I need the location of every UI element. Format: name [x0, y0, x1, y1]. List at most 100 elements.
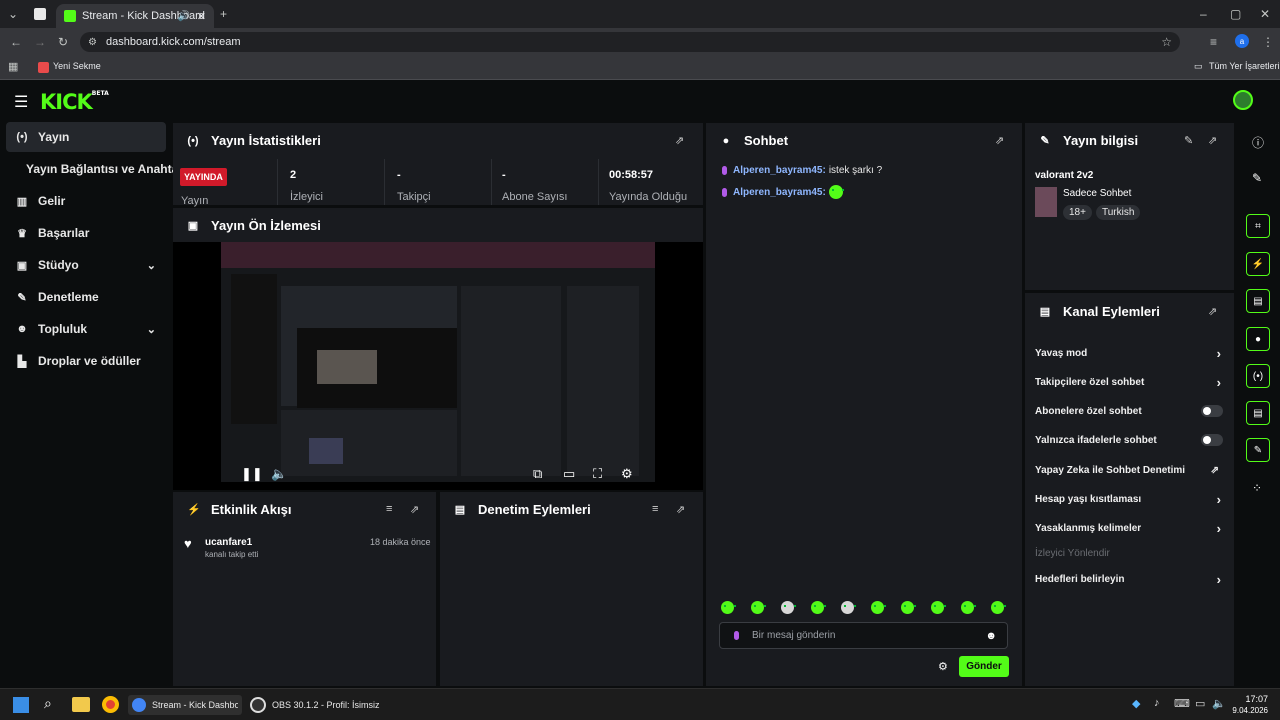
- sidebar-item-topluluk[interactable]: ☻ Topluluk ⌄: [6, 314, 166, 344]
- pinned-tab-icon[interactable]: [34, 8, 46, 20]
- pause-icon[interactable]: ❚❚: [241, 466, 263, 482]
- sidebar-item-yayin[interactable]: (•) Yayın: [6, 122, 166, 152]
- rail-chat-icon[interactable]: ●: [1246, 327, 1270, 351]
- chat-settings-icon[interactable]: ⚙: [938, 660, 948, 673]
- emote-icon[interactable]: [841, 601, 856, 614]
- sidebar-item-studyo[interactable]: ▣ Stüdyo ⌄: [6, 250, 166, 280]
- forward-icon[interactable]: →: [34, 35, 46, 49]
- send-button[interactable]: Gönder: [959, 656, 1009, 677]
- info-icon[interactable]: ⓘ: [1252, 134, 1264, 151]
- chat-message-input[interactable]: Bir mesaj gönderin ☻: [719, 622, 1008, 649]
- url-field[interactable]: ⚙ dashboard.kick.com/stream ☆: [80, 32, 1180, 52]
- microphone-tray-icon[interactable]: ♪: [1154, 697, 1160, 709]
- settings-gear-icon[interactable]: ⚙: [621, 466, 633, 482]
- filter-icon[interactable]: ≡: [652, 503, 658, 515]
- sidebar-item-denetleme[interactable]: ✎ Denetleme: [6, 282, 166, 312]
- category-name[interactable]: Sadece Sohbet: [1063, 188, 1131, 199]
- clock-date[interactable]: 9.04.2026: [1224, 706, 1268, 715]
- media-control-icon[interactable]: ≡: [1210, 35, 1217, 49]
- action-slow-mode[interactable]: Yavaş mod ›: [1035, 343, 1225, 363]
- maximize-icon[interactable]: ▢: [1230, 7, 1241, 21]
- action-account-age[interactable]: Hesap yaşı kısıtlaması ›: [1035, 489, 1225, 509]
- user-avatar[interactable]: [1233, 90, 1253, 110]
- filter-icon[interactable]: ≡: [386, 503, 392, 515]
- search-icon[interactable]: ⌕: [44, 695, 52, 712]
- emote-icon[interactable]: [871, 601, 886, 614]
- action-set-goals[interactable]: Hedefleri belirleyin ›: [1035, 569, 1225, 589]
- emote-icon[interactable]: [991, 601, 1006, 614]
- fullscreen-icon[interactable]: ⛶: [593, 466, 602, 482]
- close-window-icon[interactable]: ✕: [1260, 7, 1270, 21]
- new-tab-icon[interactable]: +: [220, 7, 227, 21]
- tab-search-icon[interactable]: ⌄: [8, 7, 18, 21]
- taskbar-obs-window[interactable]: OBS 30.1.2 - Profil: İsimsiz: [250, 695, 380, 715]
- apps-grid-icon[interactable]: ▦: [8, 60, 18, 74]
- tab-kick-dashboard[interactable]: Stream - Kick Dashboard 🔊 ✕: [56, 4, 214, 28]
- hamburger-menu-icon[interactable]: ☰: [14, 92, 28, 112]
- network-tray-icon[interactable]: ◆: [1132, 697, 1140, 710]
- chat-username[interactable]: Alperen_bayram45:: [733, 187, 826, 198]
- bookmark-star-icon[interactable]: ☆: [1161, 35, 1172, 49]
- stream-preview-video[interactable]: ❚❚ 🔈 ⧉ ▭ ⛶ ⚙: [173, 242, 703, 490]
- emote-icon[interactable]: [781, 601, 796, 614]
- rail-actions-icon[interactable]: ▤: [1246, 401, 1270, 425]
- activity-username[interactable]: ucanfare1: [205, 537, 252, 548]
- edit-pencil-icon[interactable]: ✎: [1184, 134, 1193, 147]
- tab-close-icon[interactable]: ✕: [197, 10, 206, 23]
- site-info-icon[interactable]: ⚙: [88, 37, 97, 48]
- chrome-icon[interactable]: [102, 696, 119, 713]
- popout-icon[interactable]: ⇗: [1208, 305, 1217, 318]
- sidebar-item-gelir[interactable]: ▥ Gelir: [6, 186, 166, 216]
- minimize-icon[interactable]: –: [1200, 7, 1207, 21]
- edit-layout-icon[interactable]: ✎: [1252, 171, 1262, 185]
- sidebar-item-basarilar[interactable]: ♛ Başarılar: [6, 218, 166, 248]
- back-icon[interactable]: ←: [10, 35, 22, 49]
- emotes-only-toggle[interactable]: [1201, 434, 1223, 446]
- popout-icon[interactable]: ⇗: [675, 134, 684, 147]
- popout-icon[interactable]: ⇗: [676, 503, 685, 516]
- rail-preview-icon[interactable]: ⌗: [1246, 214, 1270, 238]
- emote-icon[interactable]: [751, 601, 766, 614]
- rail-moderation-icon[interactable]: ▤: [1246, 289, 1270, 313]
- popout-icon[interactable]: ⇗: [1208, 134, 1217, 147]
- action-banned-words[interactable]: Yasaklanmış kelimeler ›: [1035, 518, 1225, 538]
- emote-icon[interactable]: [721, 601, 736, 614]
- rail-activity-icon[interactable]: ⚡: [1246, 252, 1270, 276]
- popout-icon[interactable]: ⇗: [410, 503, 419, 516]
- clock-time[interactable]: 17:07: [1238, 694, 1268, 704]
- rail-stats-icon[interactable]: (•): [1246, 364, 1270, 388]
- chat-text: istek şarkı ?: [828, 165, 883, 176]
- emote-icon[interactable]: [901, 601, 916, 614]
- volume-icon[interactable]: 🔈: [271, 466, 287, 482]
- theater-icon[interactable]: ▭: [563, 466, 575, 482]
- all-bookmarks-link[interactable]: Tüm Yer İşaretleri: [1209, 61, 1280, 71]
- subscribers-only-toggle[interactable]: [1201, 405, 1223, 417]
- emote-icon[interactable]: [961, 601, 976, 614]
- pip-icon[interactable]: ⧉: [533, 466, 542, 482]
- emoji-icon[interactable]: ☻: [985, 630, 997, 642]
- chrome-window-icon: [132, 698, 146, 712]
- file-explorer-icon[interactable]: [72, 697, 90, 712]
- action-ai-moderation[interactable]: Yapay Zeka ile Sohbet Denetimi ⇗: [1035, 460, 1225, 480]
- chat-username[interactable]: Alperen_bayram45:: [733, 165, 826, 176]
- rail-info-icon[interactable]: ✎: [1246, 438, 1270, 462]
- profile-avatar[interactable]: a: [1235, 34, 1249, 48]
- emote-icon[interactable]: [931, 601, 946, 614]
- browser-menu-icon[interactable]: ⋮: [1262, 35, 1274, 49]
- action-followers-only[interactable]: Takipçilere özel sohbet ›: [1035, 372, 1225, 392]
- kick-logo[interactable]: KICKBETA: [40, 90, 109, 114]
- reload-icon[interactable]: ↻: [58, 35, 68, 49]
- taskbar-chrome-window[interactable]: Stream - Kick Dashboard: [128, 695, 242, 715]
- emote-icon[interactable]: [811, 601, 826, 614]
- windows-start-icon[interactable]: [13, 697, 29, 713]
- display-tray-icon[interactable]: ▭: [1195, 697, 1205, 710]
- chat-bubble-icon: ●: [722, 134, 730, 147]
- rail-more-icon[interactable]: ⁘: [1252, 481, 1262, 495]
- keyboard-tray-icon[interactable]: ⌨: [1174, 697, 1190, 710]
- popout-icon[interactable]: ⇗: [995, 134, 1004, 147]
- bookmark-new-tab[interactable]: Yeni Sekme: [53, 61, 101, 71]
- sidebar-item-droplar[interactable]: ▙ Droplar ve ödüller: [6, 346, 166, 376]
- tab-audio-icon[interactable]: 🔊: [178, 11, 190, 22]
- stat-uptime: 00:58:57 Yayında Olduğu: [598, 159, 703, 205]
- sidebar-item-stream-key[interactable]: Yayın Bağlantısı ve Anahtarı: [6, 154, 186, 184]
